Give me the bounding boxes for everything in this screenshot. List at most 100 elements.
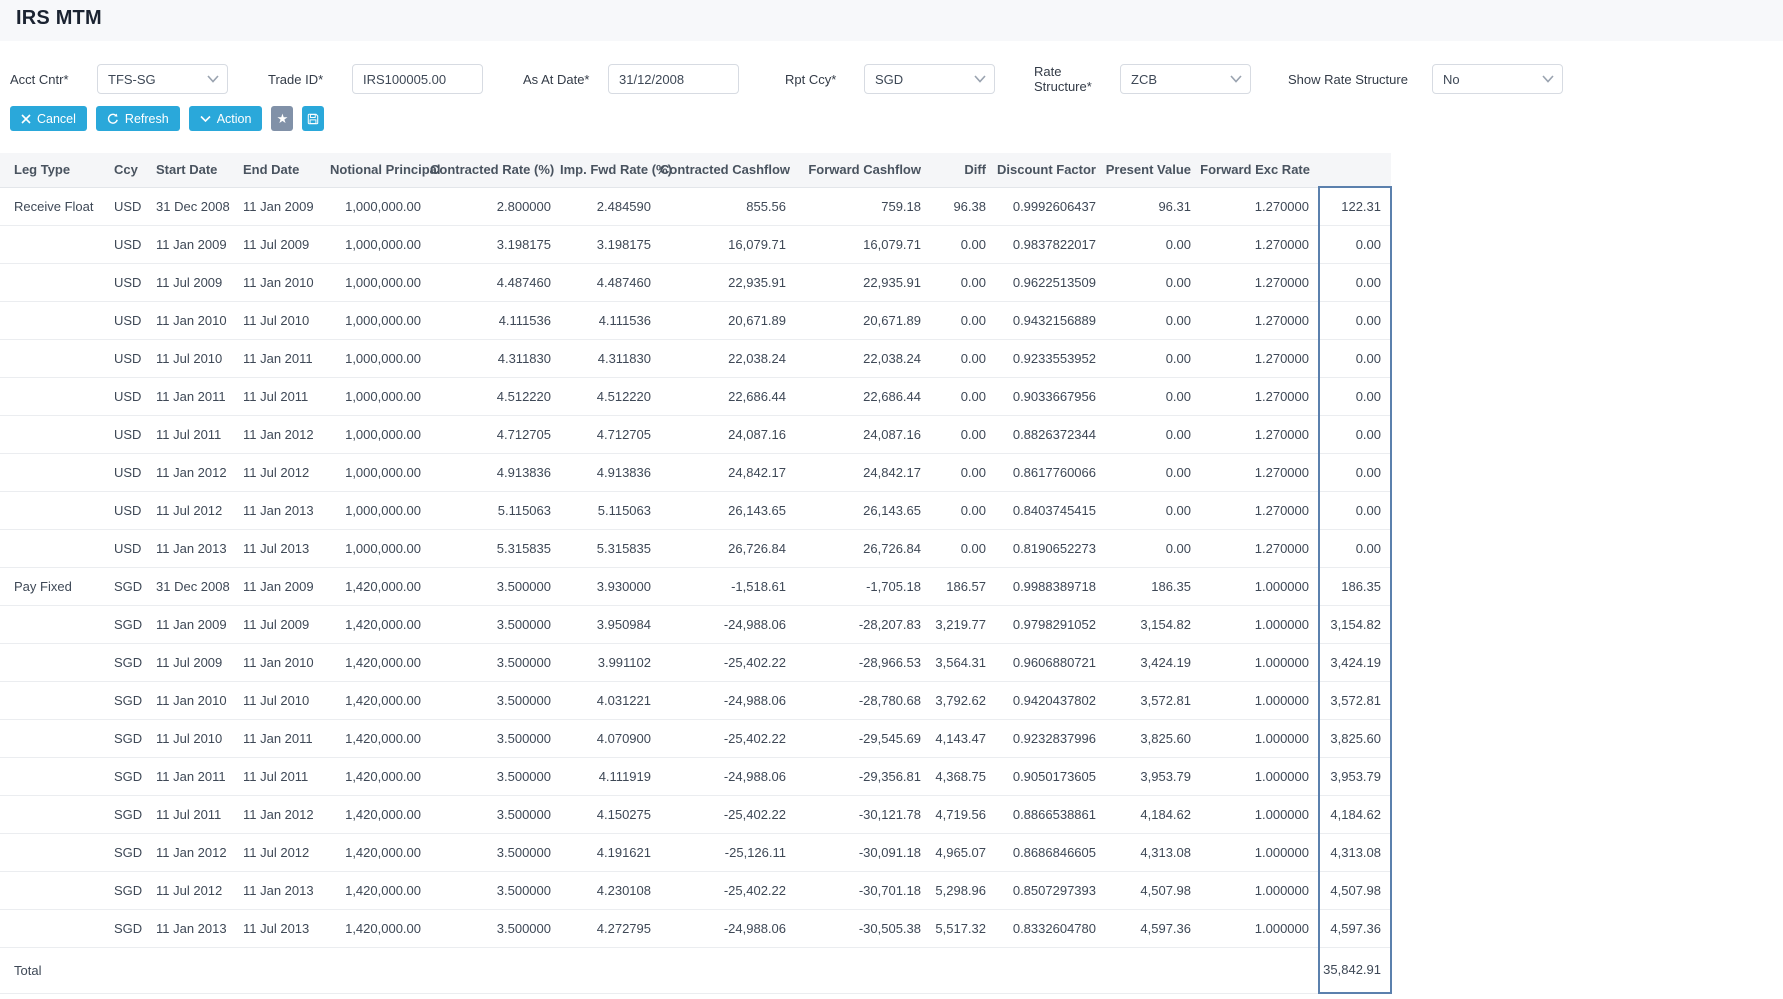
table-cell — [0, 529, 100, 567]
table-row[interactable]: SGD11 Jul 200911 Jan 20101,420,000.003.5… — [0, 643, 1391, 681]
acct-cntr-select[interactable]: TFS-SG — [97, 64, 228, 94]
table-cell — [0, 605, 100, 643]
table-row[interactable]: USD11 Jan 201311 Jul 20131,000,000.005.3… — [0, 529, 1391, 567]
action-button[interactable]: Action — [189, 106, 263, 131]
table-cell: 4,597.36 — [1319, 909, 1391, 947]
table-cell: 11 Jul 2013 — [233, 529, 330, 567]
table-cell: 11 Jan 2011 — [233, 719, 330, 757]
table-cell: 0.00 — [1319, 415, 1391, 453]
table-cell: 22,686.44 — [660, 377, 795, 415]
chevron-down-icon — [1230, 75, 1242, 83]
table-cell: 3,825.60 — [1105, 719, 1200, 757]
table-cell: 11 Jan 2012 — [233, 415, 330, 453]
table-cell: USD — [100, 453, 142, 491]
as-at-date-label: As At Date* — [523, 72, 608, 87]
table-cell: 22,038.24 — [795, 339, 930, 377]
table-cell: 1,420,000.00 — [330, 795, 430, 833]
table-row[interactable]: USD11 Jan 201011 Jul 20101,000,000.004.1… — [0, 301, 1391, 339]
table-cell: 1,420,000.00 — [330, 757, 430, 795]
table-row[interactable]: SGD11 Jan 201111 Jul 20111,420,000.003.5… — [0, 757, 1391, 795]
table-cell: 1,000,000.00 — [330, 415, 430, 453]
table-cell: 0.00 — [1319, 491, 1391, 529]
table-cell: 0.00 — [1319, 301, 1391, 339]
table-cell: 0.00 — [930, 415, 995, 453]
table-cell: 4.191621 — [560, 833, 660, 871]
table-row[interactable]: USD11 Jan 200911 Jul 20091,000,000.003.1… — [0, 225, 1391, 263]
table-row[interactable]: USD11 Jul 201111 Jan 20121,000,000.004.7… — [0, 415, 1391, 453]
table-cell: 1,420,000.00 — [330, 567, 430, 605]
table-cell: 1.270000 — [1200, 491, 1319, 529]
table-cell: 11 Jul 2010 — [233, 301, 330, 339]
table-cell — [0, 225, 100, 263]
table-row[interactable]: SGD11 Jul 201111 Jan 20121,420,000.003.5… — [0, 795, 1391, 833]
cancel-button[interactable]: Cancel — [10, 106, 87, 131]
table-cell: -25,126.11 — [660, 833, 795, 871]
table-cell: 0.00 — [1319, 263, 1391, 301]
table-cell: -28,207.83 — [795, 605, 930, 643]
trade-id-input[interactable] — [352, 64, 483, 94]
as-at-date-input[interactable] — [608, 64, 739, 94]
table-cell: 1.000000 — [1200, 643, 1319, 681]
table-cell: 4,143.47 — [930, 719, 995, 757]
table-cell: 0.00 — [1105, 529, 1200, 567]
table-cell: 24,842.17 — [795, 453, 930, 491]
table-cell: 3.500000 — [430, 795, 560, 833]
table-row[interactable]: USD11 Jan 201211 Jul 20121,000,000.004.9… — [0, 453, 1391, 491]
table-cell: 1.000000 — [1200, 909, 1319, 947]
table-cell: 0.00 — [1105, 263, 1200, 301]
table-row[interactable]: SGD11 Jul 201011 Jan 20111,420,000.003.5… — [0, 719, 1391, 757]
table-row[interactable]: SGD11 Jul 201211 Jan 20131,420,000.003.5… — [0, 871, 1391, 909]
table-row[interactable]: USD11 Jul 200911 Jan 20101,000,000.004.4… — [0, 263, 1391, 301]
favorite-button[interactable]: ★ — [271, 106, 293, 131]
table-cell: 11 Jul 2011 — [233, 757, 330, 795]
table-cell: 0.00 — [1105, 339, 1200, 377]
table-cell: 3.198175 — [430, 225, 560, 263]
rate-structure-select[interactable]: ZCB — [1120, 64, 1251, 94]
table-row[interactable]: SGD11 Jan 200911 Jul 20091,420,000.003.5… — [0, 605, 1391, 643]
table-cell: -1,705.18 — [795, 567, 930, 605]
table-cell: 1.270000 — [1200, 415, 1319, 453]
show-rate-structure-select[interactable]: No — [1432, 64, 1563, 94]
table-cell: 3.930000 — [560, 567, 660, 605]
table-cell: 0.8507297393 — [995, 871, 1105, 909]
table-cell: SGD — [100, 833, 142, 871]
refresh-button[interactable]: Refresh — [96, 106, 180, 131]
table-cell: 2.800000 — [430, 187, 560, 225]
chevron-down-icon — [974, 75, 986, 83]
table-cell: USD — [100, 339, 142, 377]
table-cell: 5.315835 — [560, 529, 660, 567]
table-cell: -29,356.81 — [795, 757, 930, 795]
table-row[interactable]: SGD11 Jan 201211 Jul 20121,420,000.003.5… — [0, 833, 1391, 871]
table-cell: SGD — [100, 795, 142, 833]
table-row[interactable]: USD11 Jan 201111 Jul 20111,000,000.004.5… — [0, 377, 1391, 415]
rpt-ccy-select[interactable]: SGD — [864, 64, 995, 94]
table-cell — [0, 643, 100, 681]
table-cell: 11 Jul 2012 — [142, 491, 233, 529]
table-cell: 1,420,000.00 — [330, 643, 430, 681]
table-cell: SGD — [100, 605, 142, 643]
table-cell: 1.270000 — [1200, 263, 1319, 301]
table-row[interactable]: USD11 Jul 201011 Jan 20111,000,000.004.3… — [0, 339, 1391, 377]
table-cell: 4.487460 — [430, 263, 560, 301]
column-header: Leg Type — [0, 153, 100, 187]
table-cell — [0, 909, 100, 947]
chevron-down-icon — [207, 75, 219, 83]
table-cell: USD — [100, 301, 142, 339]
table-cell: 4.913836 — [430, 453, 560, 491]
table-row[interactable]: SGD11 Jan 201311 Jul 20131,420,000.003.5… — [0, 909, 1391, 947]
toolbar: Cancel Refresh Action ★ — [10, 106, 1783, 131]
table-cell: 2.484590 — [560, 187, 660, 225]
table-cell: 1.000000 — [1200, 605, 1319, 643]
table-row[interactable]: Pay FixedSGD31 Dec 200811 Jan 20091,420,… — [0, 567, 1391, 605]
table-cell: Pay Fixed — [0, 567, 100, 605]
table-cell: 24,087.16 — [660, 415, 795, 453]
table-cell: 5,298.96 — [930, 871, 995, 909]
table-cell: 11 Jan 2013 — [142, 529, 233, 567]
table-row[interactable]: SGD11 Jan 201011 Jul 20101,420,000.003.5… — [0, 681, 1391, 719]
table-cell: 4.111919 — [560, 757, 660, 795]
table-cell: USD — [100, 187, 142, 225]
save-button[interactable] — [302, 106, 324, 131]
table-cell: 0.00 — [1319, 529, 1391, 567]
table-row[interactable]: USD11 Jul 201211 Jan 20131,000,000.005.1… — [0, 491, 1391, 529]
table-row[interactable]: Receive FloatUSD31 Dec 200811 Jan 20091,… — [0, 187, 1391, 225]
